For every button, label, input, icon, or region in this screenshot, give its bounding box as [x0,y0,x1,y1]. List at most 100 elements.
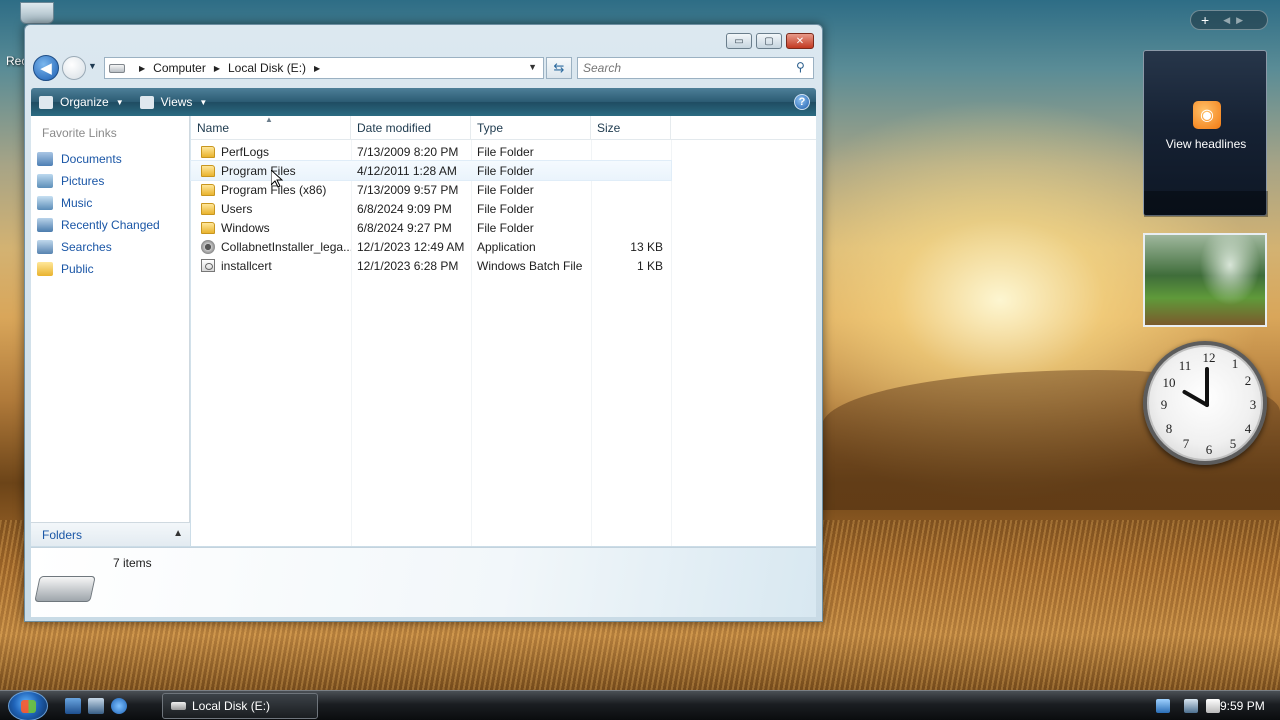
organize-label: Organize [60,95,109,109]
column-header-label: Date modified [357,121,432,135]
views-button[interactable]: Views ▼ [132,88,216,116]
file-type: File Folder [477,220,534,235]
views-label: Views [160,95,193,109]
file-row-program-files[interactable]: Program Files 4/12/2011 1:28 AM File Fol… [190,160,672,181]
file-type: Windows Batch File [477,258,583,273]
folder-icon [201,183,215,196]
start-button[interactable] [8,691,48,720]
breadcrumb-separator-icon[interactable]: ▶ [214,64,220,73]
file-row-collabnet-installer[interactable]: CollabnetInstaller_lega... 12/1/2023 12:… [191,237,671,256]
sidebar-controls: + ◀▶ [1190,10,1268,30]
file-name: CollabnetInstaller_lega... [221,239,351,254]
taskbar: Local Disk (E:) 9:59 PM [0,690,1280,720]
file-row-program-files-x86[interactable]: Program Files (x86) 7/13/2009 9:57 PM Fi… [191,180,671,199]
column-header-name[interactable]: Name ▲ [191,115,351,140]
show-desktop-icon[interactable] [65,698,81,714]
file-date: 12/1/2023 12:49 AM [357,239,465,254]
column-header-size[interactable]: Size [591,116,671,140]
file-row-installcert[interactable]: installcert 12/1/2023 6:28 PM Windows Ba… [191,256,671,275]
taskbar-button-local-disk[interactable]: Local Disk (E:) [162,693,318,719]
folder-icon [201,145,215,158]
file-type: File Folder [477,144,534,159]
file-size [591,142,671,161]
folder-icon [201,164,215,177]
address-bar[interactable]: ▶ Computer ▶ Local Disk (E:) ▶ ▼ [104,57,544,79]
breadcrumb-separator-icon[interactable]: ▶ [314,64,320,73]
folder-icon [201,221,215,234]
close-button[interactable]: ✕ [786,33,814,49]
refresh-button[interactable]: ⇆ [546,57,572,79]
internet-explorer-icon[interactable] [111,698,127,714]
taskbar-clock[interactable]: 9:59 PM [1220,699,1265,713]
nav-link-recently-changed[interactable]: Recently Changed [37,215,160,235]
file-date: 12/1/2023 6:28 PM [357,258,459,273]
file-size: 1 KB [636,258,663,273]
add-gadget-icon[interactable]: + [1201,12,1209,28]
clock-number: 5 [1229,436,1237,451]
file-name: PerfLogs [221,144,270,159]
switch-windows-icon[interactable] [88,698,104,714]
feed-headlines-gadget[interactable]: ◉ View headlines [1143,50,1268,217]
nav-link-label: Documents [61,152,122,166]
file-row-windows[interactable]: Windows 6/8/2024 9:27 PM File Folder [191,218,671,237]
recent-pages-chevron-icon[interactable]: ▼ [88,61,97,71]
chevron-down-icon: ▼ [115,97,124,107]
clock-number: 6 [1205,442,1213,457]
file-row-users[interactable]: Users 6/8/2024 9:09 PM File Folder [191,199,671,218]
gadget-nav-arrows-icon[interactable]: ◀▶ [1223,15,1249,26]
file-date: 6/8/2024 9:09 PM [357,201,452,216]
forward-button[interactable] [62,56,86,80]
file-name: Windows [221,220,270,235]
command-bar: Organize ▼ Views ▼ ? [31,88,816,116]
search-input[interactable] [577,57,814,79]
monitor-icon[interactable] [1184,699,1198,713]
column-header-type[interactable]: Type [471,116,591,140]
rss-feed-icon: ◉ [1193,101,1221,129]
clock-number: 4 [1244,421,1252,436]
address-dropdown-icon[interactable]: ▼ [528,62,537,72]
minimize-button[interactable]: ▭ [726,33,752,49]
file-name: Program Files [221,163,296,178]
organize-button[interactable]: Organize ▼ [31,88,132,116]
batch-file-icon [201,259,215,272]
nav-link-label: Music [61,196,93,210]
breadcrumb-separator-icon[interactable]: ▶ [139,64,145,73]
column-header-date-modified[interactable]: Date modified [351,116,471,140]
network-icon[interactable] [1156,699,1170,713]
breadcrumb-local-disk[interactable]: Local Disk (E:) [228,61,306,75]
details-pane: 7 items [31,547,816,617]
breadcrumb-computer[interactable]: Computer [153,61,206,75]
file-name: Users [221,201,253,216]
refresh-icon: ⇆ [553,60,565,75]
pictures-icon [37,174,53,188]
help-icon[interactable]: ? [794,94,810,110]
organize-icon [39,95,53,109]
nav-link-documents[interactable]: Documents [37,149,122,169]
file-row-perflogs[interactable]: PerfLogs 7/13/2009 8:20 PM File Folder [191,142,671,161]
back-button[interactable]: ◀ [33,55,59,81]
nav-link-searches[interactable]: Searches [37,237,112,257]
clock-number: 3 [1249,397,1257,412]
nav-link-music[interactable]: Music [37,193,92,213]
slideshow-gadget-photo[interactable] [1143,233,1267,327]
search-icon[interactable]: ⚲ [796,60,810,74]
public-folder-icon [37,262,53,276]
taskbar-button-label: Local Disk (E:) [192,699,271,713]
folders-toggle[interactable]: Folders ▲ [31,522,190,546]
music-icon [37,196,53,210]
file-size [591,180,671,199]
clock-number: 8 [1165,421,1173,436]
nav-link-pictures[interactable]: Pictures [37,171,104,191]
volume-muted-icon[interactable] [1206,699,1220,713]
clock-gadget[interactable]: 12 1 2 3 4 5 6 7 8 9 10 11 [1143,341,1267,465]
file-date: 4/12/2011 1:28 AM [357,163,457,178]
recycle-bin-icon[interactable] [20,2,54,24]
maximize-button[interactable]: ▢ [756,33,782,49]
view-headlines-link[interactable]: View headlines [1144,137,1268,151]
nav-link-public[interactable]: Public [37,259,94,279]
chevron-up-icon: ▲ [173,528,183,539]
clock-number: 7 [1182,436,1190,451]
file-date: 7/13/2009 9:57 PM [357,182,459,197]
column-header-label: Type [477,121,504,135]
views-icon [139,95,154,109]
